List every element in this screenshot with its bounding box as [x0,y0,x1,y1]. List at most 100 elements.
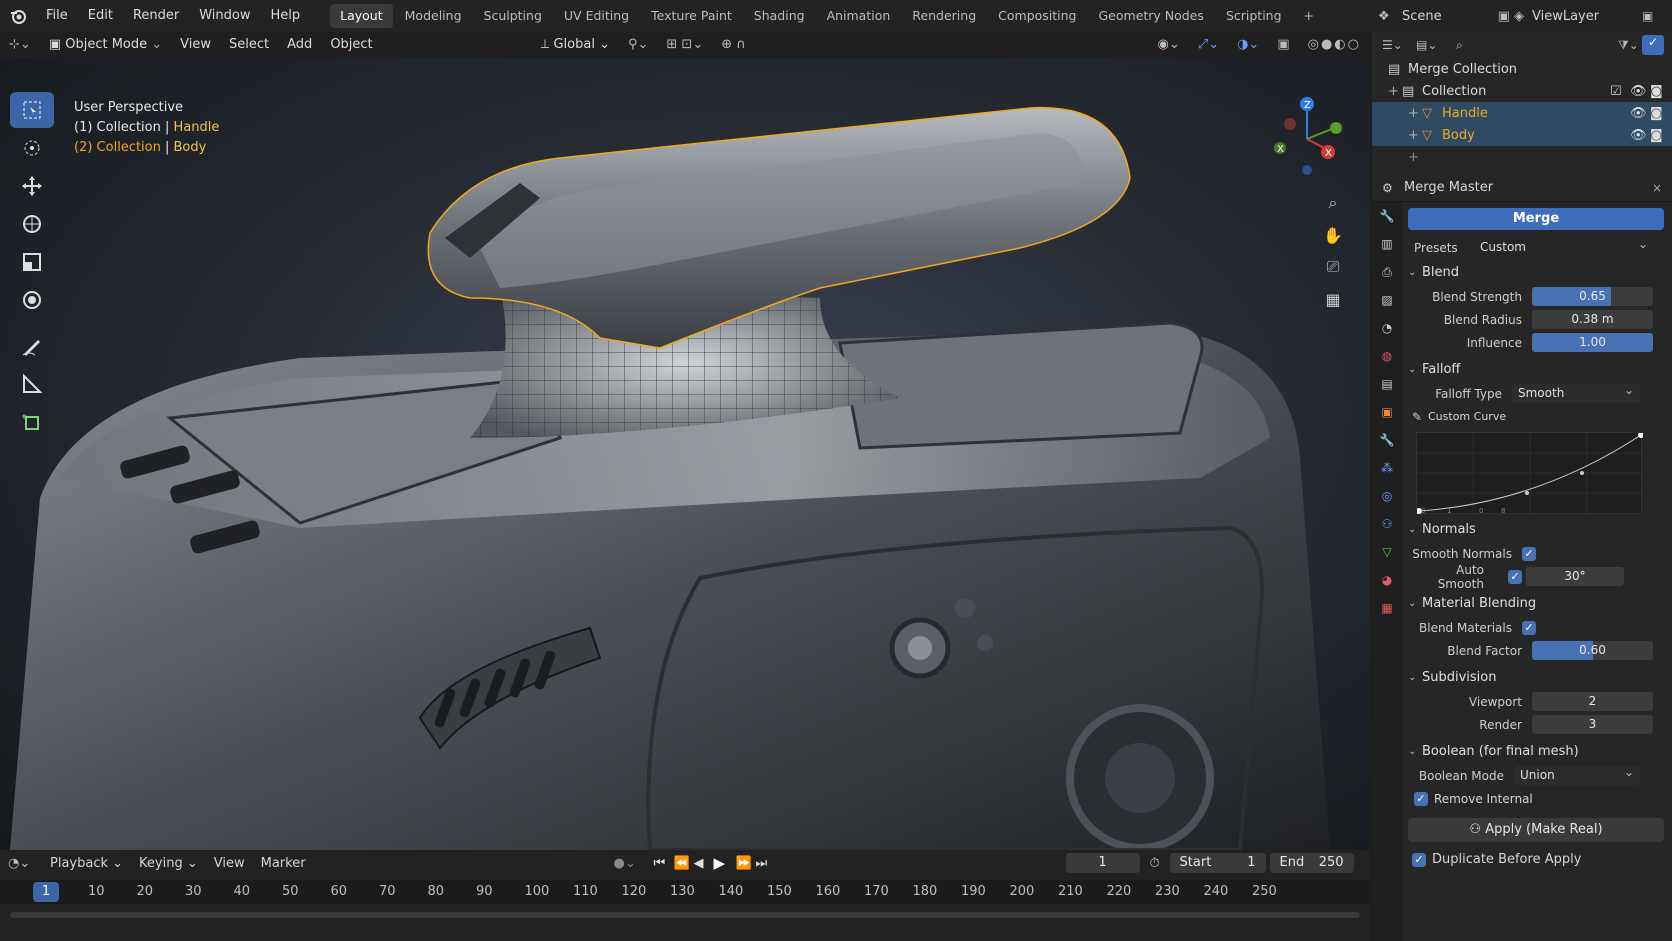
viewlayer-name[interactable]: ViewLayer [1532,9,1642,24]
scene-icon[interactable]: ❖ [1378,9,1402,24]
scene-tab-icon[interactable]: ◔ [1372,314,1402,342]
curve-point[interactable] [1580,471,1584,475]
tool-tab-icon[interactable]: 🔧 [1372,202,1402,230]
timeline-ruler[interactable]: 1 10 20 30 40 50 60 70 80 90 100 110 120 130 140 150 16… [0,880,1370,904]
outliner-row-root[interactable]: ▤ Merge Collection [1372,58,1672,80]
measure-tool-icon[interactable] [10,366,54,402]
menu-select[interactable]: Select [220,32,278,58]
close-icon[interactable]: × [1652,181,1672,195]
select-box-tool-icon[interactable] [10,92,54,128]
move-tool-icon[interactable] [10,168,54,204]
blend-factor-slider[interactable]: 0.60 [1532,641,1653,660]
zoom-icon[interactable]: ⌕ [1320,188,1346,218]
add-item-icon[interactable]: + [1408,150,1422,165]
blend-radius-field[interactable]: 0.38 m [1532,310,1653,329]
keying-menu[interactable]: Keying ⌄ [131,856,206,871]
menu-view[interactable]: View [171,32,220,58]
start-frame-field[interactable]: Start 1 [1169,853,1266,873]
tab-texture-paint[interactable]: Texture Paint [641,4,742,28]
blend-section-header[interactable]: ⌄ Blend [1408,259,1670,285]
menu-edit[interactable]: Edit [78,0,123,32]
outliner-search-icon[interactable]: ⌕ [1456,38,1576,53]
camera-render-icon[interactable]: ◙ [1650,84,1672,99]
outliner-editor-icon[interactable]: ☰⌄ [1382,38,1416,52]
3d-viewport[interactable]: User Perspective (1) Collection | Handle… [0,58,1370,850]
tab-sculpting[interactable]: Sculpting [474,4,552,28]
scale-tool-icon[interactable] [10,244,54,280]
curve-point[interactable] [1525,491,1529,495]
jump-key-forward-icon[interactable]: ⏩ [736,856,756,871]
eye-icon-body[interactable]: 👁 [1630,128,1650,143]
overlay-toggle-icon[interactable]: ◑⌄ [1228,32,1268,58]
timeline-editor-icon[interactable]: ◔⌄ [8,856,42,871]
normals-section-header[interactable]: ⌄ Normals [1408,516,1670,542]
current-frame-field[interactable]: 1 [1065,853,1140,873]
shading-modes-icon[interactable]: ◎●◐○ [1299,32,1370,58]
keyframe-toggle-icon[interactable]: ●⌄ [614,856,654,871]
camera-icon-body[interactable]: ◙ [1650,128,1672,143]
tab-layout[interactable]: Layout [330,4,393,28]
material-blending-section-header[interactable]: ⌄ Material Blending [1408,590,1670,616]
proportional-edit-icon[interactable]: ⊕ ∩ [712,32,755,58]
camera-icon[interactable]: ⎚ [1320,252,1346,282]
filter-icon[interactable]: ⧩⌄ [1618,38,1642,53]
tab-scripting[interactable]: Scripting [1216,4,1292,28]
expand-icon-handle[interactable]: + [1408,106,1422,121]
menu-object[interactable]: Object [321,32,381,58]
smooth-normals-checkbox[interactable]: ✓ [1522,546,1536,561]
menu-render[interactable]: Render [123,0,189,32]
pan-hand-icon[interactable]: ✋ [1320,220,1346,250]
tab-geometry-nodes[interactable]: Geometry Nodes [1089,4,1214,28]
add-cube-tool-icon[interactable] [10,404,54,440]
play-icon[interactable]: ▶ [714,854,736,872]
menu-help[interactable]: Help [261,0,311,32]
menu-add[interactable]: Add [278,32,321,58]
apply-make-real-button[interactable]: ⚇ Apply (Make Real) [1408,818,1664,842]
duplicate-before-apply-checkbox[interactable]: ✓ [1412,852,1426,867]
remove-internal-checkbox[interactable]: ✓ [1414,791,1428,806]
falloff-type-dropdown[interactable]: Smooth [1512,381,1640,403]
editor-type-icon[interactable]: ⊹⌄ [0,32,40,58]
annotate-tool-icon[interactable] [10,328,54,364]
influence-slider[interactable]: 1.00 [1532,333,1653,352]
jump-key-back-icon[interactable]: ⏪ [674,856,694,871]
menu-window[interactable]: Window [189,0,260,32]
tab-shading[interactable]: Shading [744,4,815,28]
blend-materials-checkbox[interactable]: ✓ [1522,620,1536,635]
jump-end-icon[interactable]: ⏭ [756,856,776,871]
tab-modeling[interactable]: Modeling [395,4,472,28]
perspective-grid-icon[interactable]: ▦ [1320,284,1346,314]
falloff-section-header[interactable]: ⌄ Falloff [1408,356,1670,382]
presets-dropdown[interactable]: Custom [1474,235,1654,257]
data-tab-icon[interactable]: ▽ [1372,538,1402,566]
play-reverse-icon[interactable]: ◀ [694,856,714,871]
viewlayer-menu-icon[interactable]: ▣ [1642,9,1672,23]
expand-icon[interactable]: + [1388,84,1402,99]
rotate-tool-icon[interactable] [10,206,54,242]
exclude-checkbox-icon[interactable]: ☑ [1610,84,1630,99]
auto-keying-icon[interactable]: ⏱ [1140,856,1170,871]
jump-start-icon[interactable]: ⏮ [654,856,674,871]
auto-smooth-checkbox[interactable]: ✓ [1508,569,1522,584]
collection-tab-icon[interactable]: ▤ [1372,370,1402,398]
eye-icon-handle[interactable]: 👁 [1630,106,1650,121]
pivot-icon[interactable]: ⚲⌄ [619,32,657,58]
boolean-mode-dropdown[interactable]: Union [1514,763,1640,785]
scene-name[interactable]: Scene [1402,9,1482,24]
gizmo-toggle-icon[interactable]: ⤢⌄ [1189,32,1228,58]
xray-icon[interactable]: ▣ [1268,32,1298,58]
transform-orientation-dropdown[interactable]: ⟂ Global ⌄ [532,32,619,58]
subdivision-section-header[interactable]: ⌄ Subdivision [1408,664,1670,690]
curve-point[interactable] [1638,432,1644,438]
menu-file[interactable]: File [36,0,78,32]
add-workspace-icon[interactable]: + [1294,4,1324,28]
view-layer-tab-icon[interactable]: ▨ [1372,286,1402,314]
visibility-icon[interactable]: ◉⌄ [1149,32,1189,58]
blend-strength-slider[interactable]: 0.65 [1532,287,1653,306]
timeline-scrollbar[interactable] [10,912,1360,918]
tab-animation[interactable]: Animation [817,4,901,28]
new-collection-icon[interactable]: ✓ [1642,35,1664,55]
auto-smooth-angle-field[interactable]: 30° [1526,567,1624,586]
falloff-curve-widget[interactable]: 0 1 0 8 [1416,432,1644,515]
texture-tab-icon[interactable]: ▦ [1372,594,1402,622]
